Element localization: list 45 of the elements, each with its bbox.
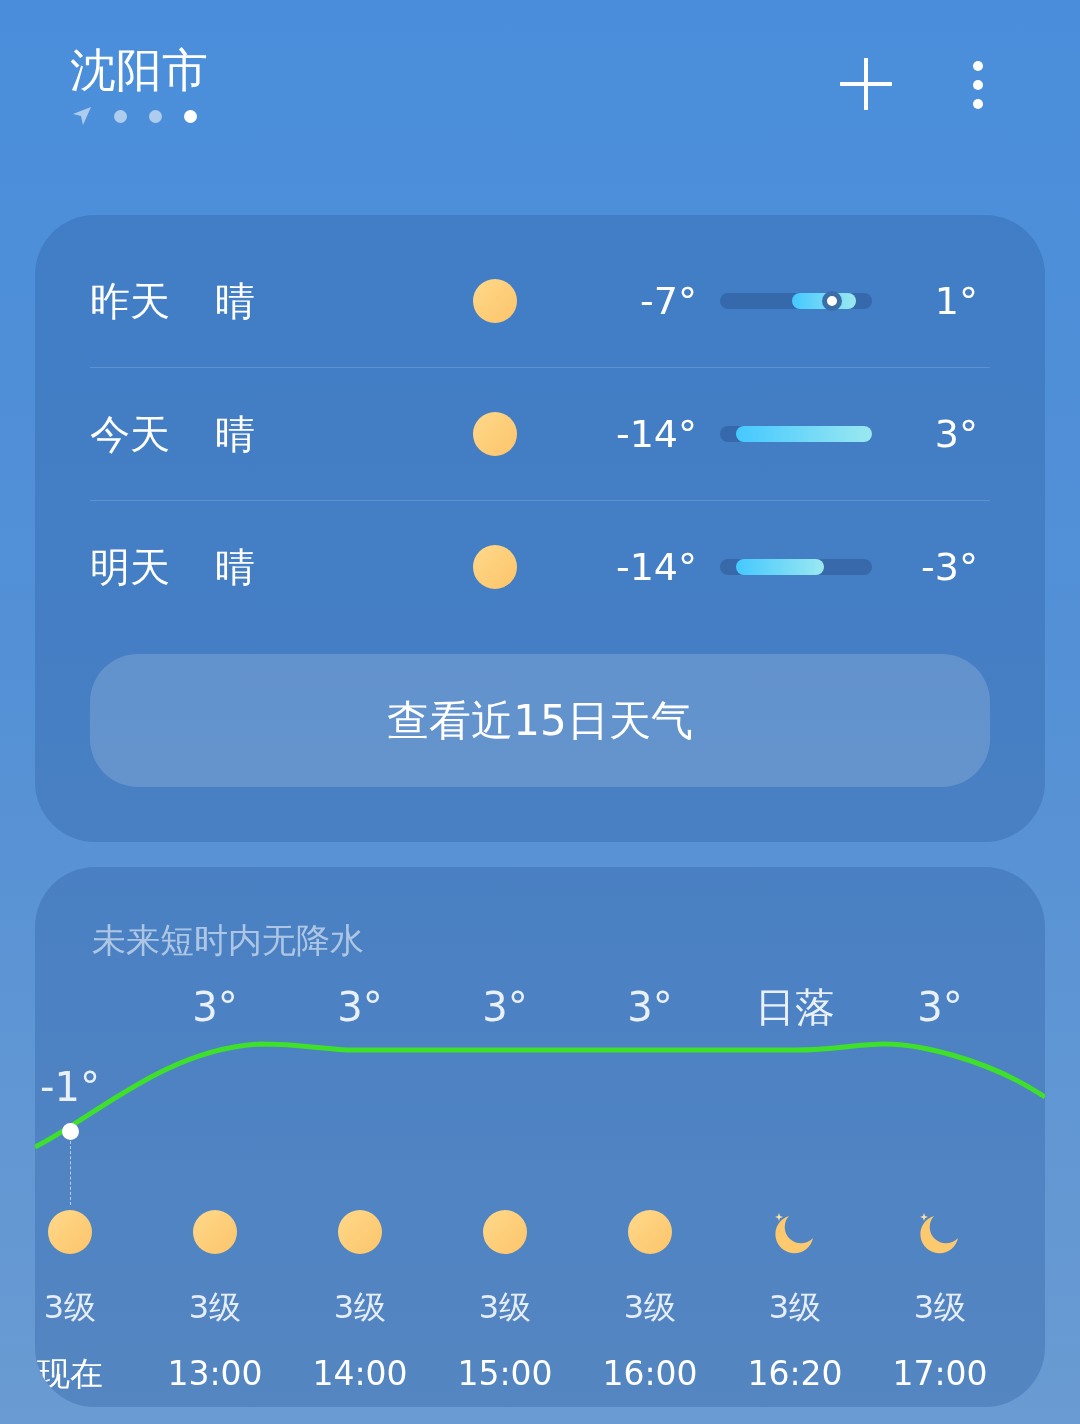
hour-time: 13:00 xyxy=(167,1353,263,1395)
hour-temperature: 3° xyxy=(482,983,528,1032)
sun-icon xyxy=(473,545,517,589)
wind-level: 3级 xyxy=(768,1287,822,1328)
sun-icon xyxy=(473,412,517,456)
low-temperature: -14° xyxy=(614,412,697,456)
hour-temperature: 日落 xyxy=(755,983,835,1032)
hour-temperature: -1° xyxy=(40,1063,100,1112)
low-temperature: -7° xyxy=(639,279,697,323)
hour-temperature: 3° xyxy=(627,983,673,1032)
hour-temperature: 3° xyxy=(192,983,238,1032)
day-label: 今天 xyxy=(90,409,171,459)
sun-icon xyxy=(338,1210,382,1254)
high-temperature: 3° xyxy=(933,412,979,456)
high-temperature: 1° xyxy=(933,279,979,323)
wind-level: 3级 xyxy=(913,1287,967,1328)
wind-level: 3级 xyxy=(43,1287,97,1328)
add-icon[interactable] xyxy=(840,58,892,110)
wind-level: 3级 xyxy=(188,1287,242,1328)
wind-level: 3级 xyxy=(623,1287,677,1328)
sun-icon xyxy=(628,1210,672,1254)
day-label: 明天 xyxy=(90,542,171,592)
sun-icon xyxy=(483,1210,527,1254)
more-icon[interactable] xyxy=(972,60,984,110)
hour-time: 15:00 xyxy=(457,1353,553,1395)
city-title: 沈阳市 xyxy=(70,42,208,99)
condition-label: 晴 xyxy=(215,276,256,326)
hour-time: 17:00 xyxy=(892,1353,988,1395)
hour-time: 16:00 xyxy=(602,1353,698,1395)
sun-icon xyxy=(473,279,517,323)
precipitation-notice: 未来短时内无降水 xyxy=(92,919,365,962)
condition-label: 晴 xyxy=(215,409,256,459)
wind-level: 3级 xyxy=(333,1287,387,1328)
hour-time: 16:20 xyxy=(747,1353,843,1395)
wind-level: 3级 xyxy=(478,1287,532,1328)
day-label: 昨天 xyxy=(90,276,171,326)
low-temperature: -14° xyxy=(614,545,697,589)
hour-temperature: 3° xyxy=(917,983,963,1032)
high-temperature: -3° xyxy=(920,545,979,589)
sun-icon xyxy=(48,1210,92,1254)
hour-temperature: 3° xyxy=(337,983,383,1032)
fifteen-day-forecast-button[interactable]: 查看近15日天气 xyxy=(90,654,990,787)
hour-time: 14:00 xyxy=(312,1353,408,1395)
sun-icon xyxy=(193,1210,237,1254)
condition-label: 晴 xyxy=(215,542,256,592)
